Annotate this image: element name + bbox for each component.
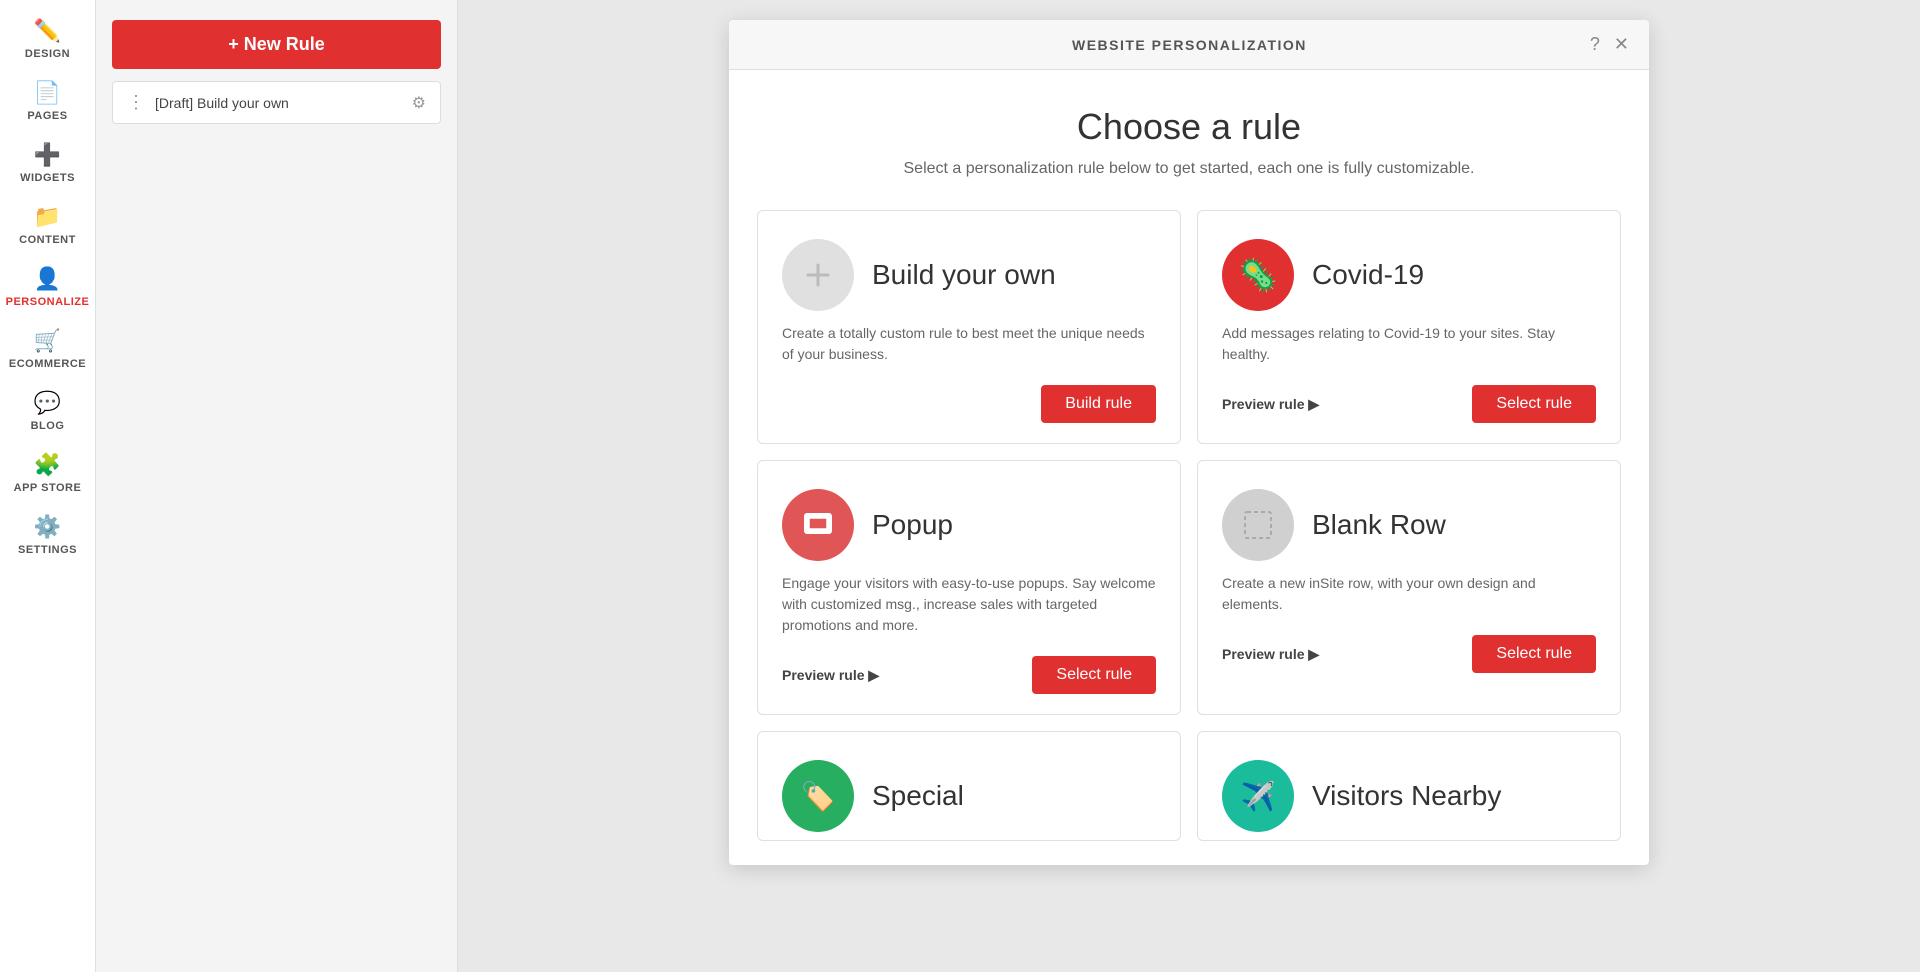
drag-handle-icon[interactable]: ⋮ bbox=[127, 92, 145, 113]
modal-controls: ? ✕ bbox=[1590, 34, 1629, 55]
blank-row-select-button[interactable]: Select rule bbox=[1472, 635, 1596, 673]
sidebar-item-widgets[interactable]: ➕ WIDGETS bbox=[0, 132, 95, 194]
blank-row-footer: Preview rule ▶ Select rule bbox=[1222, 635, 1596, 673]
sidebar-item-content[interactable]: 📁 CONTENT bbox=[0, 194, 95, 256]
sidebar: ✏️ DESIGN 📄 PAGES ➕ WIDGETS 📁 CONTENT 👤 … bbox=[0, 0, 96, 972]
app-store-icon: 🧩 bbox=[34, 452, 62, 478]
blank-row-desc: Create a new inSite row, with your own d… bbox=[1222, 573, 1596, 615]
rule-card-special: 🏷️ Special bbox=[757, 731, 1181, 841]
modal: WEBSITE PERSONALIZATION ? ✕ Choose a rul… bbox=[729, 20, 1649, 865]
sidebar-item-ecommerce[interactable]: 🛒 ECOMMERCE bbox=[0, 318, 95, 380]
popup-preview-link[interactable]: Preview rule ▶ bbox=[782, 667, 879, 684]
popup-icon bbox=[782, 489, 854, 561]
rule-card-covid: 🦠 Covid-19 Add messages relating to Covi… bbox=[1197, 210, 1621, 444]
modal-title: WEBSITE PERSONALIZATION bbox=[789, 37, 1590, 53]
rule-card-header-build: Build your own bbox=[782, 239, 1156, 311]
visitors-title: Visitors Nearby bbox=[1312, 780, 1501, 812]
sidebar-item-personalize[interactable]: 👤 PERSONALIZE bbox=[0, 256, 95, 318]
covid-icon: 🦠 bbox=[1222, 239, 1294, 311]
build-your-own-desc: Create a totally custom rule to best mee… bbox=[782, 323, 1156, 365]
rule-card-blank-row: Blank Row Create a new inSite row, with … bbox=[1197, 460, 1621, 715]
rule-card-header-blank: Blank Row bbox=[1222, 489, 1596, 561]
sidebar-item-blog[interactable]: 💬 BLOG bbox=[0, 380, 95, 442]
help-button[interactable]: ? bbox=[1590, 34, 1600, 55]
popup-title: Popup bbox=[872, 509, 953, 541]
sidebar-item-pages[interactable]: 📄 PAGES bbox=[0, 70, 95, 132]
settings-icon: ⚙️ bbox=[34, 514, 62, 540]
popup-footer: Preview rule ▶ Select rule bbox=[782, 656, 1156, 694]
special-icon: 🏷️ bbox=[782, 760, 854, 832]
rule-card-build-your-own: Build your own Create a totally custom r… bbox=[757, 210, 1181, 444]
gear-icon[interactable]: ⚙ bbox=[412, 93, 426, 113]
modal-body: Choose a rule Select a personalization r… bbox=[729, 70, 1649, 865]
modal-header: WEBSITE PERSONALIZATION ? ✕ bbox=[729, 20, 1649, 70]
covid-title: Covid-19 bbox=[1312, 259, 1424, 291]
blank-row-preview-link[interactable]: Preview rule ▶ bbox=[1222, 646, 1319, 663]
modal-subtitle: Select a personalization rule below to g… bbox=[757, 160, 1621, 178]
build-rule-button[interactable]: Build rule bbox=[1041, 385, 1156, 423]
widgets-icon: ➕ bbox=[34, 142, 62, 168]
covid-footer: Preview rule ▶ Select rule bbox=[1222, 385, 1596, 423]
covid-desc: Add messages relating to Covid-19 to you… bbox=[1222, 323, 1596, 365]
popup-desc: Engage your visitors with easy-to-use po… bbox=[782, 573, 1156, 636]
main-area: WEBSITE PERSONALIZATION ? ✕ Choose a rul… bbox=[458, 0, 1920, 972]
rule-card-header-popup: Popup bbox=[782, 489, 1156, 561]
rule-card-header-special: 🏷️ Special bbox=[782, 760, 1156, 832]
rule-card-popup: Popup Engage your visitors with easy-to-… bbox=[757, 460, 1181, 715]
build-your-own-title: Build your own bbox=[872, 259, 1056, 291]
content-icon: 📁 bbox=[34, 204, 62, 230]
rule-card-header-visitors: ✈️ Visitors Nearby bbox=[1222, 760, 1596, 832]
rule-card-header-covid: 🦠 Covid-19 bbox=[1222, 239, 1596, 311]
blank-row-icon bbox=[1222, 489, 1294, 561]
build-your-own-icon bbox=[782, 239, 854, 311]
sidebar-item-app-store[interactable]: 🧩 APP STORE bbox=[0, 442, 95, 504]
covid-select-button[interactable]: Select rule bbox=[1472, 385, 1596, 423]
visitors-icon: ✈️ bbox=[1222, 760, 1294, 832]
personalize-icon: 👤 bbox=[34, 266, 62, 292]
blog-icon: 💬 bbox=[34, 390, 62, 416]
close-button[interactable]: ✕ bbox=[1614, 34, 1629, 55]
draft-rule-item[interactable]: ⋮ [Draft] Build your own ⚙ bbox=[112, 81, 441, 124]
modal-heading: Choose a rule bbox=[757, 106, 1621, 148]
rules-grid: Build your own Create a totally custom r… bbox=[757, 210, 1621, 841]
rules-panel: + New Rule ⋮ [Draft] Build your own ⚙ bbox=[96, 0, 458, 972]
covid-preview-link[interactable]: Preview rule ▶ bbox=[1222, 396, 1319, 413]
pages-icon: 📄 bbox=[34, 80, 62, 106]
sidebar-item-design[interactable]: ✏️ DESIGN bbox=[0, 8, 95, 70]
blank-row-title: Blank Row bbox=[1312, 509, 1446, 541]
new-rule-button[interactable]: + New Rule bbox=[112, 20, 441, 69]
popup-select-button[interactable]: Select rule bbox=[1032, 656, 1156, 694]
special-title: Special bbox=[872, 780, 964, 812]
sidebar-item-settings[interactable]: ⚙️ SETTINGS bbox=[0, 504, 95, 566]
rule-card-visitors: ✈️ Visitors Nearby bbox=[1197, 731, 1621, 841]
ecommerce-icon: 🛒 bbox=[34, 328, 62, 354]
design-icon: ✏️ bbox=[34, 18, 62, 44]
